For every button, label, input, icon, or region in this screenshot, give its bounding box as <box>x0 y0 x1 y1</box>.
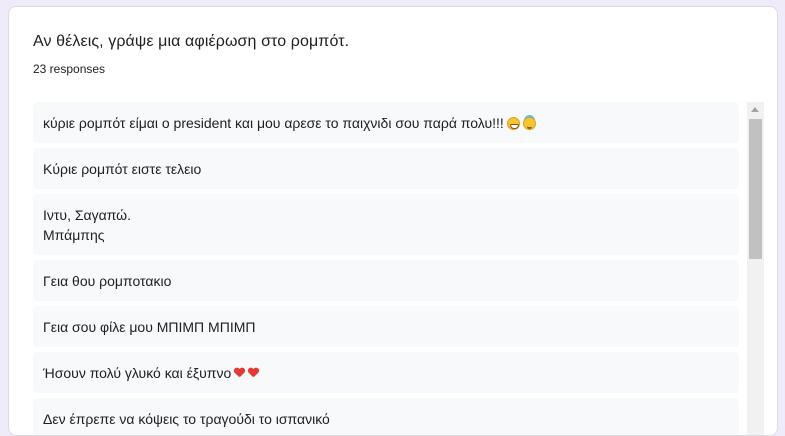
list-item: Γεια σου φίλε μου ΜΠΙΜΠ ΜΠΙΜΠ <box>33 306 739 347</box>
list-item: Δεν έπρεπε να κόψεις το τραγούδι το ισπα… <box>33 398 739 435</box>
scrollbar-thumb[interactable] <box>749 119 762 259</box>
question-title: Αν θέλεις, γράψε μια αφιέρωση στο ρομπότ… <box>33 33 350 50</box>
list-item: κύριε ρομπότ είμαι ο president και μου α… <box>33 102 739 143</box>
responses-list[interactable]: κύριε ρομπότ είμαι ο president και μου α… <box>33 102 739 435</box>
response-text: Γεια θου ρομποτακιο <box>43 273 172 289</box>
grinning-face-icon <box>506 117 520 130</box>
list-item: Ιντυ, Σαγαπώ. Μπάμπης <box>33 194 739 255</box>
response-text: Ήσουν πολύ γλυκό και έξυπνο <box>43 365 232 381</box>
response-text: Δεν έπρεπε να κόψεις το τραγούδι το ισπα… <box>43 411 330 427</box>
response-text: Γεια σου φίλε μου ΜΠΙΜΠ ΜΠΙΜΠ <box>43 319 256 335</box>
response-text: Κύριε ρομπότ ειστε τελειο <box>43 161 202 177</box>
response-count: 23 responses <box>33 62 106 76</box>
list-item: Ήσουν πολύ γλυκό και έξυπνο <box>33 352 739 393</box>
list-item: Γεια θου ρομποτακιο <box>33 260 739 301</box>
responses-card: Αν θέλεις, γράψε μια αφιέρωση στο ρομπότ… <box>8 6 778 436</box>
red-heart-icon <box>248 368 259 378</box>
response-text: Ιντυ, Σαγαπώ. Μπάμπης <box>43 207 131 243</box>
list-item: Κύριε ρομπότ ειστε τελειο <box>33 148 739 189</box>
smiling-face-with-halo-icon <box>522 117 536 130</box>
response-text: κύριε ρομπότ είμαι ο president και μου α… <box>43 115 504 131</box>
scroll-up-arrow-icon[interactable] <box>751 107 759 112</box>
red-heart-icon <box>234 368 245 378</box>
scrollbar[interactable] <box>747 102 764 435</box>
